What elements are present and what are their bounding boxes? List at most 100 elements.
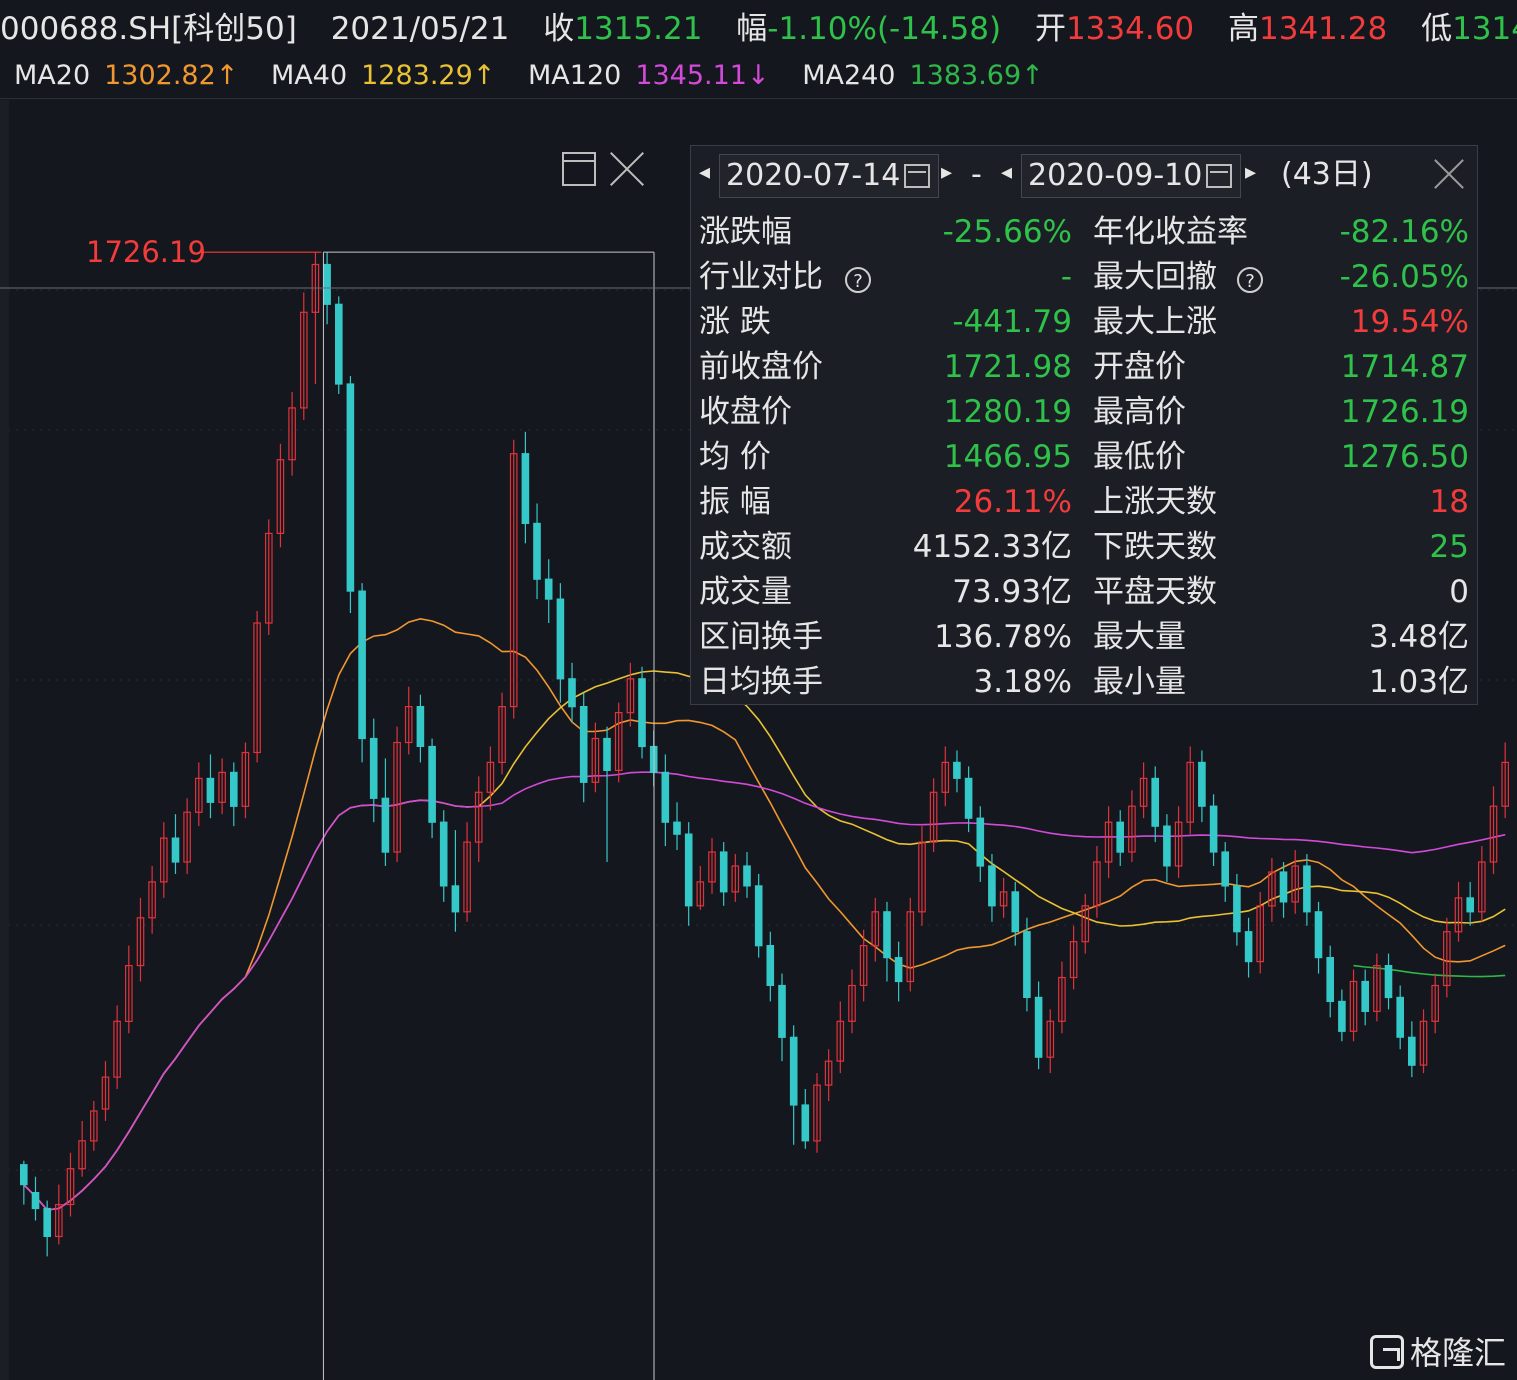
candle-body	[381, 797, 390, 853]
candle-body	[766, 944, 775, 986]
candle-body	[358, 590, 366, 740]
open-value: 1334.60	[1065, 11, 1195, 47]
stat-label: 区间换手	[699, 619, 823, 655]
candle-body	[894, 956, 903, 983]
candle-body	[789, 1036, 798, 1106]
help-icon[interactable]: ?	[1237, 267, 1263, 293]
ma240-name: MA240	[802, 60, 896, 91]
stat-value: 3.48亿	[1368, 619, 1469, 655]
candle-body	[1326, 956, 1335, 1002]
stats-row: 振 幅 26.11% 上涨天数 18	[691, 480, 1477, 525]
candle-body	[568, 678, 576, 708]
calendar-icon[interactable]	[904, 164, 931, 188]
stat-value: 73.93亿	[952, 574, 1072, 610]
candle-body	[661, 771, 670, 823]
candle-body	[521, 453, 530, 525]
candle-body	[544, 578, 553, 600]
end-prev-arrow-icon[interactable]: ◂	[1001, 160, 1012, 185]
ma40-value: 1283.29↑	[361, 60, 496, 91]
stat-value: 26.11%	[953, 484, 1072, 520]
stat-label: 涨 跌	[699, 304, 771, 340]
calendar-icon[interactable]	[1206, 164, 1233, 188]
stat-value: -26.05%	[1339, 259, 1469, 295]
quote-date: 2021/05/21	[330, 11, 510, 47]
candle-body	[603, 737, 611, 771]
candle-body	[439, 821, 448, 887]
candle-body	[743, 865, 751, 887]
candle-body	[1221, 851, 1230, 887]
stat-label: 行业对比	[699, 259, 823, 295]
end-date-field[interactable]: 2020-09-10	[1021, 154, 1241, 198]
candle-body	[335, 303, 343, 385]
stats-row: 日均换手 3.18% 最小量 1.03亿	[691, 660, 1477, 705]
stat-label: 最大上涨	[1093, 304, 1217, 340]
stat-value: -	[1060, 259, 1072, 295]
logo-icon	[1370, 1335, 1404, 1369]
range-header: ◂ 2020-07-14 ▸ - ◂ 2020-09-10 ▸ (43日)	[691, 146, 1477, 206]
stat-label: 涨跌幅	[699, 214, 792, 250]
help-icon[interactable]: ?	[845, 267, 871, 293]
stat-label: 年化收益率	[1093, 214, 1248, 250]
candle-body	[346, 383, 355, 592]
candle-body	[451, 885, 460, 913]
high-label: 高	[1228, 11, 1260, 47]
candle-body	[754, 885, 763, 947]
stat-value: 1.03亿	[1368, 664, 1469, 700]
close-selection-icon[interactable]	[608, 150, 646, 188]
candle-body	[1244, 931, 1253, 963]
stat-label: 最小量	[1093, 664, 1186, 700]
candle-body	[1407, 1036, 1416, 1066]
ma40-name: MA40	[271, 60, 348, 91]
open-label: 开	[1034, 11, 1066, 47]
watermark-text: 格隆汇	[1410, 1334, 1507, 1372]
stat-value: 4152.33亿	[912, 529, 1072, 565]
candle-body	[1396, 996, 1405, 1038]
candle-body	[778, 984, 786, 1038]
candle-body	[1338, 1000, 1346, 1032]
stat-label: 最大量	[1093, 619, 1186, 655]
quote-header: 000688.SH[科创50] 2021/05/21 收1315.21 幅-1.…	[0, 6, 1517, 52]
stat-value: -25.66%	[942, 214, 1072, 250]
stat-label: 最低价	[1093, 439, 1186, 475]
candle-body	[883, 911, 891, 959]
candle-body	[1116, 821, 1125, 853]
start-date-field[interactable]: 2020-07-14	[719, 154, 939, 198]
low-label: 低	[1421, 11, 1453, 47]
watermark: 格隆汇	[1370, 1330, 1506, 1374]
candle-body	[964, 777, 973, 819]
stat-value: 1276.50	[1340, 439, 1469, 475]
ma240-line	[1353, 964, 1506, 978]
candle-body	[1361, 980, 1370, 1012]
stat-label: 下跌天数	[1093, 529, 1217, 565]
stats-row: 收盘价 1280.19 最高价 1726.19	[691, 390, 1477, 435]
candle-body	[1314, 911, 1323, 959]
candle-body	[684, 833, 693, 907]
start-prev-arrow-icon[interactable]: ◂	[699, 160, 710, 185]
stats-row: 涨跌幅 -25.66% 年化收益率 -82.16%	[691, 210, 1477, 255]
close-label: 收	[543, 11, 575, 47]
ma120-name: MA120	[528, 60, 622, 91]
ma20-value: 1302.82↑	[104, 60, 239, 91]
stat-value: 25	[1429, 529, 1469, 565]
stats-row: 成交额 4152.33亿 下跌天数 25	[691, 525, 1477, 570]
start-next-arrow-icon[interactable]: ▸	[941, 160, 952, 185]
header-divider	[0, 98, 1517, 99]
maximize-icon[interactable]	[562, 152, 596, 186]
candle-body	[1023, 931, 1031, 999]
ma20-name: MA20	[14, 60, 91, 91]
stat-label: 成交量	[699, 574, 792, 610]
stat-value: -441.79	[952, 304, 1072, 340]
ma240-value: 1383.69↑	[909, 60, 1044, 91]
candle-body	[369, 737, 378, 799]
stat-value: 1714.87	[1340, 349, 1469, 385]
candle-body	[1163, 825, 1171, 867]
close-icon[interactable]	[1431, 156, 1467, 192]
stat-value: 18	[1429, 484, 1469, 520]
high-value: 1341.28	[1259, 11, 1388, 47]
change-value: -1.10%(-14.58)	[767, 11, 1002, 47]
candle-body	[1466, 897, 1475, 913]
end-next-arrow-icon[interactable]: ▸	[1245, 160, 1256, 185]
stat-value: 1466.95	[943, 439, 1072, 475]
stats-row: 涨 跌 -441.79 最大上涨 19.54%	[691, 300, 1477, 345]
stat-label: 日均换手	[699, 664, 823, 700]
